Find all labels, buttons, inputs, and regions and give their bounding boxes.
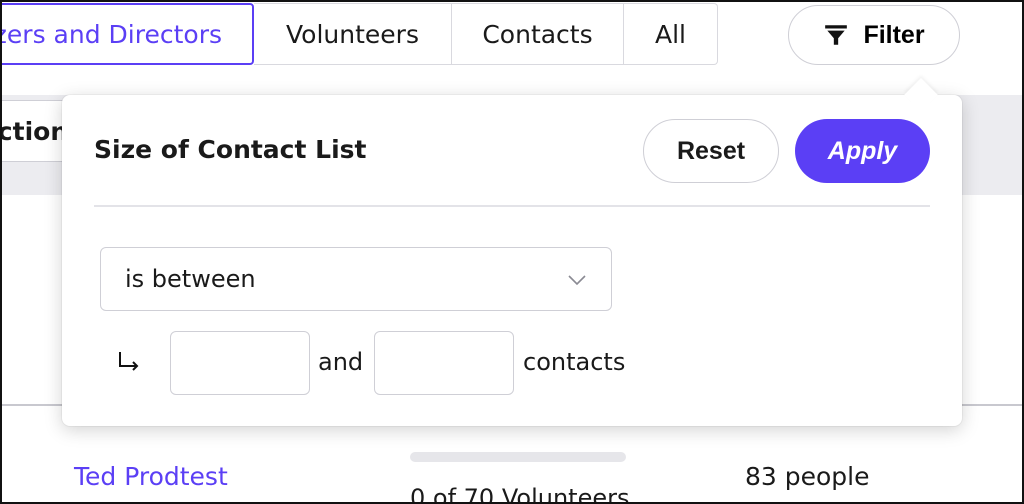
tab-organizers-and-directors[interactable]: Organizers and Directors bbox=[0, 3, 254, 65]
max-contacts-input[interactable] bbox=[374, 331, 514, 395]
volunteers-count: 0 of 70 Volunteers bbox=[410, 484, 630, 504]
apply-button[interactable]: Apply bbox=[795, 119, 930, 183]
tab-volunteers[interactable]: Volunteers bbox=[254, 3, 452, 65]
tab-label: Organizers and Directors bbox=[0, 19, 222, 49]
arrow-down-right-icon bbox=[119, 352, 139, 371]
bulk-actions-button[interactable]: Bulk Actions bbox=[0, 100, 68, 162]
tab-label: Contacts bbox=[482, 19, 593, 49]
filter-button-label: Filter bbox=[863, 20, 925, 49]
tab-all[interactable]: All bbox=[624, 3, 718, 65]
min-contacts-input[interactable] bbox=[170, 331, 310, 395]
popover-caret bbox=[904, 78, 938, 112]
filter-button[interactable]: Filter bbox=[788, 5, 960, 65]
bulk-actions-label: Bulk Actions bbox=[0, 116, 68, 146]
people-count: 83 people bbox=[745, 462, 870, 491]
chevron-down-icon bbox=[568, 275, 586, 286]
filter-title: Size of Contact List bbox=[94, 135, 367, 164]
volunteer-progress-bar bbox=[410, 452, 626, 462]
condition-select-value: is between bbox=[125, 265, 256, 293]
contact-name-link[interactable]: Ted Prodtest bbox=[74, 462, 228, 491]
filter-popover: Size of Contact List Reset Apply is betw… bbox=[62, 78, 962, 426]
contacts-unit-label: contacts bbox=[523, 348, 626, 376]
condition-select[interactable]: is between bbox=[100, 247, 612, 311]
tab-label: Volunteers bbox=[286, 19, 419, 49]
funnel-icon bbox=[825, 25, 848, 45]
contact-type-tabs: Organizers and Directors Volunteers Cont… bbox=[0, 3, 718, 65]
tab-contacts[interactable]: Contacts bbox=[452, 3, 624, 65]
popover-divider bbox=[94, 205, 930, 207]
tab-label: All bbox=[655, 19, 686, 49]
and-label: and bbox=[318, 348, 364, 376]
reset-button[interactable]: Reset bbox=[643, 119, 779, 183]
